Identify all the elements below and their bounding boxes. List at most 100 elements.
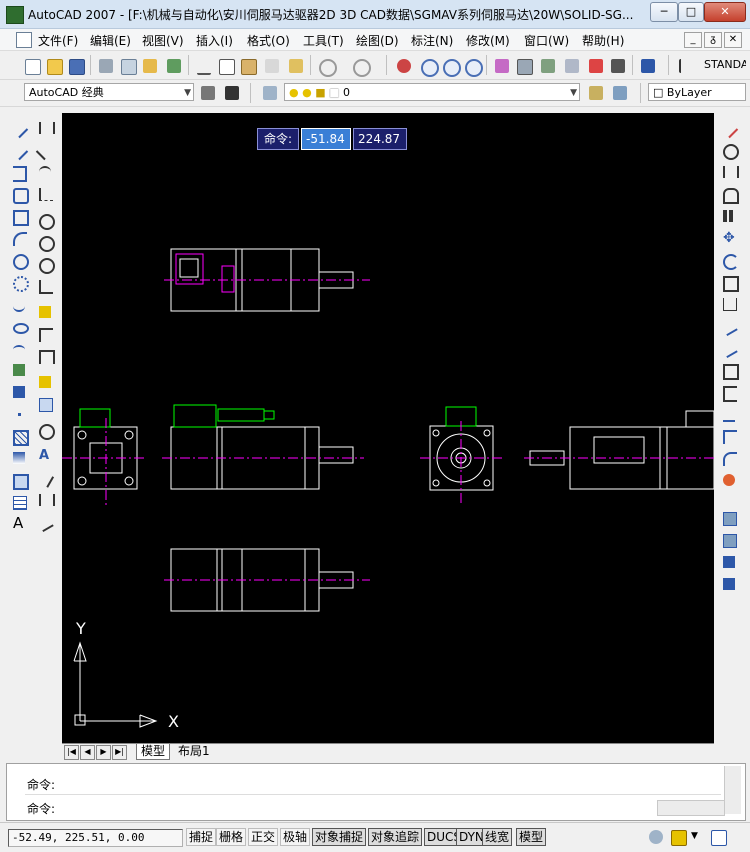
continue-dimension-icon[interactable] [36,347,55,365]
zoom-realtime-icon[interactable] [418,56,439,77]
prev-tab-button[interactable]: ◀ [80,745,95,760]
extend-icon[interactable] [720,339,738,359]
quickcalc-icon[interactable] [608,56,628,76]
quick-dimension-icon[interactable] [36,303,54,321]
properties-icon[interactable] [492,56,512,76]
angular-dimension-icon[interactable] [36,277,54,295]
text-style-combo[interactable]: STANDAR [700,56,746,74]
copy-object-icon[interactable] [720,141,739,160]
scale-icon[interactable] [720,273,739,292]
next-tab-button[interactable]: ▶ [96,745,111,760]
draw-order-front-icon[interactable] [720,509,738,527]
insert-block-icon[interactable] [10,361,28,379]
make-block-icon[interactable] [10,383,28,401]
grid-toggle[interactable]: 栅格 [216,828,247,846]
block-editor-icon[interactable] [286,56,306,76]
menu-format[interactable]: 格式(O) [247,32,290,49]
draw-order-back-icon[interactable] [720,531,738,549]
last-tab-button[interactable]: ▶| [112,745,127,760]
snap-toggle[interactable]: 捕捉 [186,828,217,846]
command-input-line[interactable]: 命令: [27,800,55,817]
document-icon[interactable] [16,32,32,48]
menu-edit[interactable]: 编辑(E) [90,32,131,49]
ellipse-icon[interactable] [10,317,29,335]
my-workspace-icon[interactable] [222,83,242,103]
workspace-combo[interactable]: AutoCAD 经典 ▼ [24,83,194,101]
multiline-text-icon[interactable]: A [10,515,28,533]
circle-icon[interactable] [10,251,29,270]
dynamic-input-x-field[interactable]: -51.84 [301,128,352,150]
line-icon[interactable] [9,119,29,139]
break-at-point-icon[interactable] [720,361,739,380]
hatch-icon[interactable] [10,427,29,446]
publish-icon[interactable] [140,56,160,76]
zoom-previous-icon[interactable] [462,56,483,77]
join-icon[interactable] [720,405,738,423]
rotate-icon[interactable] [720,251,739,270]
menu-modify[interactable]: 修改(M) [466,32,510,49]
otrack-toggle[interactable]: 对象追踪 [368,828,423,846]
pan-realtime-icon[interactable] [394,56,414,76]
gradient-icon[interactable] [10,449,28,467]
tab-model[interactable]: 模型 [136,744,171,760]
offset-icon[interactable] [720,185,739,204]
explode-icon[interactable] [720,471,738,489]
mirror-icon[interactable] [720,163,739,181]
autocad-app-icon[interactable] [6,6,24,24]
polyline-icon[interactable] [10,163,28,182]
model-toggle[interactable]: 模型 [516,828,547,846]
markup-set-icon[interactable] [586,56,606,76]
lineweight-toggle[interactable]: 线宽 [482,828,513,846]
tolerance-icon[interactable] [36,395,54,413]
ortho-toggle[interactable]: 正交 [248,828,279,846]
plot-icon[interactable] [96,56,116,76]
redo-icon[interactable] [350,56,371,77]
mdi-minimize-button[interactable]: _ [684,32,702,48]
fillet-icon[interactable] [720,449,738,467]
dimension-update-icon[interactable] [36,491,55,509]
clean-screen-icon[interactable] [708,827,728,847]
aligned-dimension-icon[interactable] [35,141,55,161]
rectangle-icon[interactable] [10,207,29,226]
chamfer-icon[interactable] [720,427,738,445]
send-under-icon[interactable] [720,575,738,593]
layer-previous-icon[interactable] [610,83,630,103]
menu-insert[interactable]: 插入(I) [196,32,233,49]
menu-window[interactable]: 窗口(W) [524,32,569,49]
text-style-icon[interactable] [676,56,696,76]
ordinate-dimension-icon[interactable] [36,185,54,203]
command-vertical-scrollbar[interactable] [724,766,741,814]
ellipse-arc-icon[interactable] [10,339,28,357]
copy-icon[interactable] [216,56,236,76]
save-icon[interactable] [66,56,86,76]
linear-dimension-icon[interactable] [36,119,55,137]
make-layer-current-icon[interactable] [586,83,606,103]
sheet-set-manager-icon[interactable] [562,56,582,76]
tab-layout1[interactable]: 布局1 [174,744,214,759]
zoom-window-icon[interactable] [440,56,461,77]
array-icon[interactable] [720,207,738,225]
layer-combo[interactable]: ● ● ■ ■ 0 ▼ [284,83,580,101]
communication-center-icon[interactable] [646,827,666,847]
status-menu-icon[interactable]: ▼ [688,827,708,847]
layer-properties-icon[interactable] [260,83,280,103]
baseline-dimension-icon[interactable] [36,325,54,343]
arc-length-icon[interactable] [36,163,54,181]
color-combo[interactable]: □ ByLayer [648,83,746,101]
command-window[interactable]: 命令: 命令: [6,763,746,821]
dimension-edit-icon[interactable]: A [36,447,54,465]
help-icon[interactable] [638,56,658,76]
drawing-canvas[interactable]: Y X [62,113,714,743]
center-mark-icon[interactable] [36,421,55,440]
tool-palettes-icon[interactable] [538,56,558,76]
quick-leader-icon[interactable] [36,373,54,391]
point-icon[interactable] [10,405,28,423]
first-tab-button[interactable]: |◀ [64,745,79,760]
coordinate-display[interactable]: -52.49, 225.51, 0.00 [8,829,183,847]
mdi-close-button[interactable]: ✕ [724,32,742,48]
break-icon[interactable] [720,383,738,402]
trim-icon[interactable] [720,317,738,337]
match-properties-icon[interactable] [262,56,282,76]
arc-icon[interactable] [10,229,28,247]
menu-help[interactable]: 帮助(H) [582,32,624,49]
